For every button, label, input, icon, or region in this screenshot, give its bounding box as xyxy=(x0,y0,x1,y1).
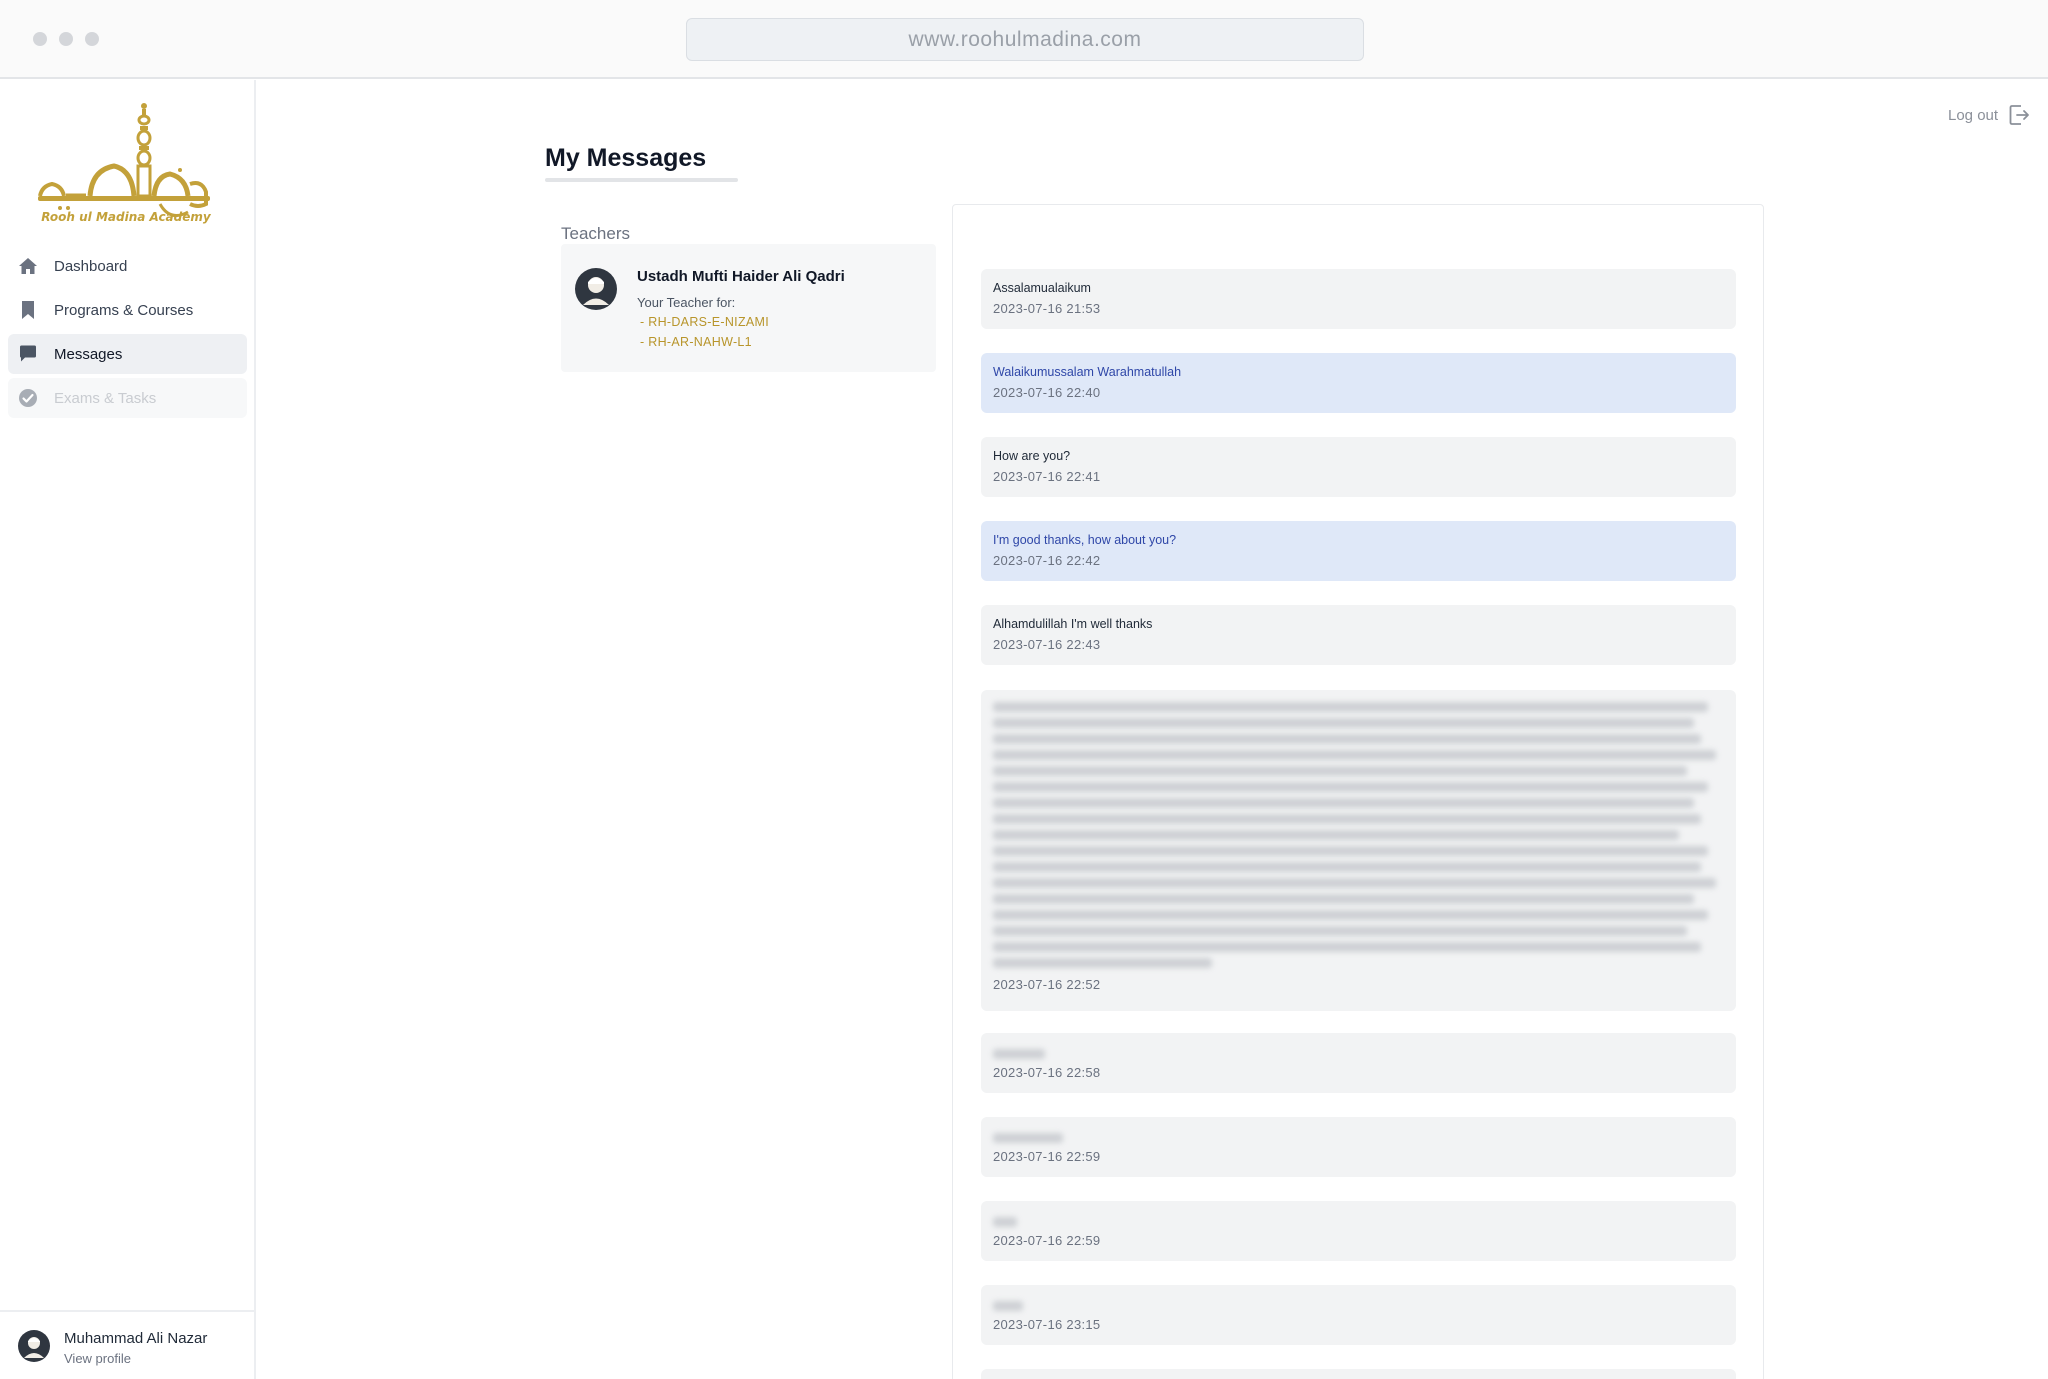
message-time: 2023-07-16 22:59 xyxy=(993,1233,1101,1248)
academy-logo[interactable]: Rooh ul Madina Academy xyxy=(30,100,222,228)
message-text: Alhamdulillah I'm well thanks xyxy=(993,617,1153,631)
message-bubble: Alhamdulillah I'm well thanks 2023-07-16… xyxy=(981,605,1736,665)
sidebar-item-programs-courses[interactable]: Programs & Courses xyxy=(8,290,247,330)
check-circle-icon xyxy=(18,388,38,408)
avatar[interactable] xyxy=(18,1330,50,1362)
teacher-card[interactable]: Ustadh Mufti Haider Ali Qadri Your Teach… xyxy=(561,244,936,372)
page-title: My Messages xyxy=(545,144,707,172)
message-text: I'm good thanks, how about you? xyxy=(993,533,1177,547)
teacher-course: - RH-DARS-E-NIZAMI xyxy=(640,315,770,329)
logout-label: Log out xyxy=(1948,106,1999,124)
address-bar[interactable]: www.roohulmadina.com xyxy=(686,18,1364,61)
blurred-message-text xyxy=(993,1301,1023,1311)
bookmark-icon xyxy=(18,300,38,320)
message-bubble: 2023-07-16 22:59 xyxy=(981,1201,1736,1261)
teacher-name: Ustadh Mufti Haider Ali Qadri xyxy=(637,268,845,285)
message-text: How are you? xyxy=(993,449,1071,463)
sidebar-item-label: Programs & Courses xyxy=(54,301,194,319)
message-time: 2023-07-16 21:53 xyxy=(993,301,1101,316)
sidebar-item-messages[interactable]: Messages xyxy=(8,334,247,374)
message-bubble: 2023-07-16 22:59 xyxy=(981,1117,1736,1177)
window-minimize-dot[interactable] xyxy=(59,32,73,46)
logout-icon xyxy=(2008,104,2030,126)
teacher-course: - RH-AR-NAHW-L1 xyxy=(640,335,752,349)
teacher-subtitle: Your Teacher for: xyxy=(637,295,736,310)
view-profile-link[interactable]: View profile xyxy=(64,1351,131,1366)
teacher-avatar xyxy=(575,268,617,310)
message-bubble: Assalamualaikum 2023-07-16 21:53 xyxy=(981,269,1736,329)
message-bubble: I'm good thanks, how about you? 2023-07-… xyxy=(981,521,1736,581)
blurred-message-text xyxy=(993,1049,1045,1059)
browser-chrome: www.roohulmadina.com xyxy=(0,0,2048,79)
message-time: 2023-07-16 22:43 xyxy=(993,637,1101,652)
home-icon xyxy=(18,256,38,276)
message-bubble: 2023-07-16 23:15 xyxy=(981,1285,1736,1345)
teachers-heading: Teachers xyxy=(561,224,630,243)
blurred-message-text xyxy=(993,702,1723,972)
blurred-message-text xyxy=(993,1217,1017,1227)
window-maximize-dot[interactable] xyxy=(85,32,99,46)
message-bubble: Walaikumussalam Warahmatullah 2023-07-16… xyxy=(981,353,1736,413)
sidebar-item-label: Exams & Tasks xyxy=(54,389,157,407)
message-thread[interactable]: Assalamualaikum 2023-07-16 21:53 Walaiku… xyxy=(952,204,1764,1379)
message-bubble: 2023-07-16 22:52 xyxy=(981,690,1736,1011)
title-underline xyxy=(545,178,738,182)
message-bubble: How are you? 2023-07-16 22:41 xyxy=(981,437,1736,497)
message-text: Assalamualaikum xyxy=(993,281,1091,295)
message-time: 2023-07-16 22:59 xyxy=(993,1149,1101,1164)
profile-section[interactable]: Muhammad Ali Nazar View profile xyxy=(0,1310,254,1379)
sidebar: Rooh ul Madina Academy Dashboard Program… xyxy=(0,80,256,1379)
message-text: Walaikumussalam Warahmatullah xyxy=(993,365,1182,379)
logout-button[interactable]: Log out xyxy=(1948,104,2030,126)
message-time: 2023-07-16 22:41 xyxy=(993,469,1101,484)
svg-text:Rooh ul Madina Academy: Rooh ul Madina Academy xyxy=(41,210,212,224)
message-time: 2023-07-16 22:42 xyxy=(993,553,1101,568)
message-bubble xyxy=(981,1369,1736,1379)
chat-icon xyxy=(18,344,38,364)
message-time: 2023-07-16 22:58 xyxy=(993,1065,1101,1080)
sidebar-item-label: Dashboard xyxy=(54,257,128,275)
message-bubble: 2023-07-16 22:58 xyxy=(981,1033,1736,1093)
message-time: 2023-07-16 22:52 xyxy=(993,977,1101,992)
message-time: 2023-07-16 22:40 xyxy=(993,385,1101,400)
window-close-dot[interactable] xyxy=(33,32,47,46)
sidebar-item-dashboard[interactable]: Dashboard xyxy=(8,246,247,286)
profile-name: Muhammad Ali Nazar xyxy=(64,1330,208,1347)
sidebar-item-label: Messages xyxy=(54,345,123,363)
message-time: 2023-07-16 23:15 xyxy=(993,1317,1101,1332)
blurred-message-text xyxy=(993,1133,1063,1143)
sidebar-item-exams-tasks[interactable]: Exams & Tasks xyxy=(8,378,247,418)
